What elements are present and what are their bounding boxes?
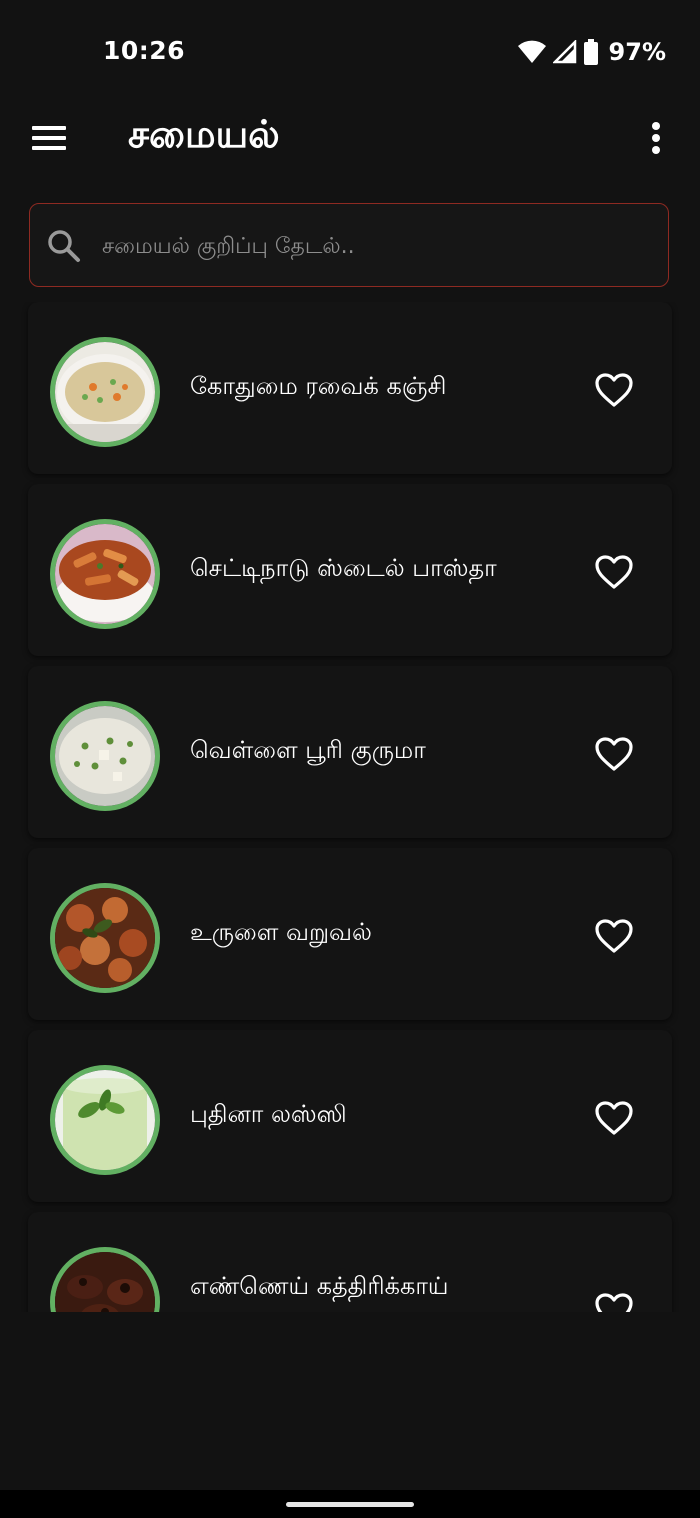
system-nav-bar [0,1490,700,1518]
recipe-title: உருளை வறுவல் [190,918,372,946]
heart-icon[interactable] [594,918,634,954]
recipe-thumbnail [50,1247,160,1312]
search-box[interactable] [29,203,669,287]
recipe-thumbnail [50,701,160,811]
mint-lassi-image [55,1070,155,1170]
heart-icon[interactable] [594,1292,634,1312]
recipe-thumbnail [50,1065,160,1175]
heart-icon[interactable] [594,372,634,408]
recipe-title: புதினா லஸ்ஸி [190,1100,347,1128]
status-icons: 97% [517,38,666,66]
gesture-handle[interactable] [286,1502,414,1507]
status-time: 10:26 [103,36,186,65]
heart-icon[interactable] [594,1100,634,1136]
page-title: சமையல் [128,112,280,156]
search-input[interactable] [100,222,644,270]
recipe-card[interactable]: உருளை வறுவல் [28,848,672,1020]
recipe-card[interactable]: செட்டிநாடு ஸ்டைல் பாஸ்தா [28,484,672,656]
recipe-thumbnail [50,519,160,629]
recipe-thumbnail [50,337,160,447]
porridge-image [55,342,155,442]
search-icon [48,230,80,262]
battery-percentage: 97% [608,38,666,66]
recipe-title: செட்டிநாடு ஸ்டைல் பாஸ்தா [190,554,497,582]
more-vert-icon[interactable] [640,118,674,158]
recipe-card[interactable]: எண்ணெய் கத்திரிக்காய் [28,1212,672,1312]
recipe-title: எண்ணெய் கத்திரிக்காய் [190,1272,449,1300]
app-bar: சமையல் [0,100,700,180]
kurma-image [55,706,155,806]
heart-icon[interactable] [594,736,634,772]
cell-signal-icon [552,40,576,64]
pasta-image [55,524,155,624]
heart-icon[interactable] [594,554,634,590]
recipe-title: வெள்ளை பூரி குருமா [190,736,426,764]
recipe-list: கோதுமை ரவைக் கஞ்சி செட்டிநாடு ஸ்டைல் பாஸ… [0,302,700,1312]
wifi-icon [517,40,546,63]
battery-icon [583,39,598,65]
recipe-thumbnail [50,883,160,993]
recipe-title: கோதுமை ரவைக் கஞ்சி [190,372,447,400]
status-bar: 10:26 97% [0,0,700,100]
recipe-card[interactable]: வெள்ளை பூரி குருமா [28,666,672,838]
hamburger-menu-icon[interactable] [30,120,70,156]
potato-fry-image [55,888,155,988]
recipe-card[interactable]: புதினா லஸ்ஸி [28,1030,672,1202]
recipe-card[interactable]: கோதுமை ரவைக் கஞ்சி [28,302,672,474]
brinjal-image [55,1252,155,1312]
